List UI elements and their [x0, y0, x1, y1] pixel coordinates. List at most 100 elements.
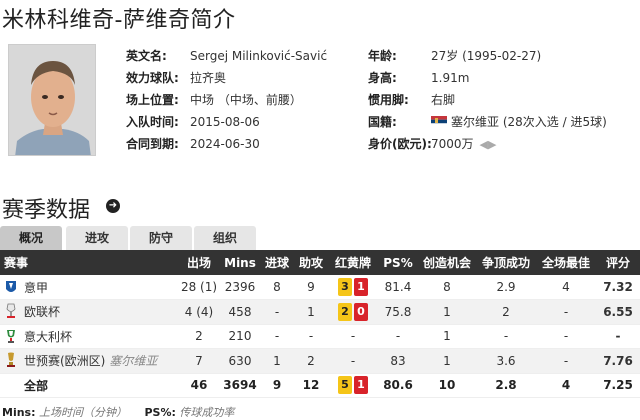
chances-cell: 1: [418, 348, 476, 374]
position-row: 场上位置: 中场 （中场、前腰） 惯用脚: 右脚: [0, 91, 640, 109]
foot-label: 惯用脚:: [368, 93, 409, 107]
cards-cell: 31: [328, 275, 378, 300]
table-row: 世预赛(欧洲区) 塞尔维亚 7 630 1 2 - 83 1 3.6 - 7.76: [0, 348, 640, 374]
arrow-right-icon[interactable]: ➜: [106, 199, 120, 213]
motm-cell: -: [536, 348, 596, 374]
pass-pct-cell: -: [378, 324, 418, 349]
apps-cell: 4 (4): [178, 299, 220, 325]
english-name-label: 英文名:: [126, 49, 167, 63]
serie-a-icon: [6, 280, 16, 292]
aerials-cell: 2.9: [476, 275, 536, 300]
col-aerials: 争顶成功: [476, 250, 536, 275]
competition-team-note: 塞尔维亚: [109, 354, 158, 369]
footnote-ps-desc: 传球成功率: [179, 406, 235, 419]
height-label: 身高:: [368, 71, 397, 85]
contract-label: 合同到期:: [126, 137, 179, 151]
pass-pct-cell: 83: [378, 348, 418, 374]
pass-pct-cell: 80.6: [378, 373, 418, 398]
player-profile: 英文名: Sergej Milinković-Savić 年龄: 27岁 (19…: [0, 38, 640, 162]
value-trend-arrows-icon[interactable]: ◀▶: [480, 136, 497, 154]
cards-cell: -: [328, 324, 378, 349]
chances-cell: 1: [418, 299, 476, 325]
assists-cell: 12: [294, 373, 328, 398]
mins-cell: 3694: [220, 373, 260, 398]
col-competition: 赛事: [0, 250, 178, 275]
tab-overview[interactable]: 概况: [0, 226, 62, 250]
table-row: 欧联杯 4 (4) 458 - 1 20 75.8 1 2 - 6.55: [0, 299, 640, 325]
assists-cell: -: [294, 324, 328, 349]
yellow-card-badge: 2: [338, 302, 352, 321]
aerials-cell: -: [476, 324, 536, 349]
chances-cell: 8: [418, 275, 476, 300]
goals-cell: 1: [260, 348, 294, 374]
table-row: 意大利杯 2 210 - - - - 1 - - -: [0, 324, 640, 349]
aerials-cell: 2: [476, 299, 536, 325]
club-row: 效力球队: 拉齐奥 身高: 1.91m: [0, 69, 640, 87]
assists-cell: 1: [294, 299, 328, 325]
nation-value: 塞尔维亚 (28次入选 / 进5球): [431, 113, 607, 131]
tab-attack[interactable]: 进攻: [66, 226, 128, 250]
col-rating: 评分: [596, 250, 640, 275]
goals-cell: -: [260, 299, 294, 325]
col-motm: 全场最佳: [536, 250, 596, 275]
footnote-mins-key: Mins:: [2, 406, 36, 419]
world-cup-qualifier-icon: [7, 352, 15, 368]
joined: 2015-08-06: [190, 115, 260, 129]
apps-cell: 28 (1): [178, 275, 220, 300]
motm-cell: 4: [536, 275, 596, 300]
motm-cell: -: [536, 324, 596, 349]
cards-cell: -: [328, 348, 378, 374]
cards-cell: 20: [328, 299, 378, 325]
yellow-card-badge: 5: [338, 376, 352, 395]
competition-name[interactable]: 欧联杯: [24, 305, 60, 319]
europa-league-icon: [6, 303, 16, 319]
rating-cell: 7.76: [596, 348, 640, 374]
col-mins: Mins: [220, 250, 260, 275]
table-footnote: Mins: 上场时间（分钟） PS%: 传球成功率: [2, 404, 234, 420]
col-cards: 红黄牌: [328, 250, 378, 275]
cards-cell: 51: [328, 373, 378, 398]
mins-cell: 2396: [220, 275, 260, 300]
mins-cell: 210: [220, 324, 260, 349]
rating-cell: -: [596, 324, 640, 349]
apps-cell: 46: [178, 373, 220, 398]
position: 中场 （中场、前腰）: [190, 93, 302, 107]
apps-cell: 2: [178, 324, 220, 349]
apps-cell: 7: [178, 348, 220, 374]
page-title: 米林科维奇-萨维奇简介: [2, 8, 236, 33]
season-stats-title: 赛季数据: [2, 198, 91, 223]
red-card-badge: 1: [354, 376, 368, 395]
season-stats-table: 赛事 出场 Mins 进球 助攻 红黄牌 PS% 创造机会 争顶成功 全场最佳 …: [0, 250, 640, 398]
chances-cell: 1: [418, 324, 476, 349]
col-assists: 助攻: [294, 250, 328, 275]
col-pass-pct: PS%: [378, 250, 418, 275]
rating-cell: 7.32: [596, 275, 640, 300]
table-header-row: 赛事 出场 Mins 进球 助攻 红黄牌 PS% 创造机会 争顶成功 全场最佳 …: [0, 250, 640, 275]
motm-cell: -: [536, 299, 596, 325]
coppa-italia-icon: [7, 329, 15, 343]
tab-defense[interactable]: 防守: [130, 226, 192, 250]
aerials-cell: 3.6: [476, 348, 536, 374]
tab-organize[interactable]: 组织: [194, 226, 256, 250]
col-chances: 创造机会: [418, 250, 476, 275]
joined-label: 入队时间:: [126, 115, 179, 129]
english-name: Sergej Milinković-Savić: [190, 49, 328, 63]
competition-name[interactable]: 意大利杯: [24, 330, 72, 344]
rating-cell: 6.55: [596, 299, 640, 325]
foot: 右脚: [431, 93, 456, 107]
joined-row: 入队时间: 2015-08-06 国籍: 塞尔维亚 (28次入选 / 进5球): [0, 113, 640, 131]
competition-name[interactable]: 意甲: [24, 281, 48, 295]
club-link[interactable]: 拉齐奥: [190, 69, 226, 87]
footnote-ps-key: PS%:: [144, 406, 176, 419]
col-goals: 进球: [260, 250, 294, 275]
pass-pct-cell: 81.4: [378, 275, 418, 300]
market-value-text: 7000万: [431, 137, 474, 151]
serbia-flag-icon: [431, 116, 447, 127]
nation[interactable]: 塞尔维亚 (28次入选 / 进5球): [451, 115, 607, 129]
contract: 2024-06-30: [190, 137, 260, 151]
yellow-card-badge: 3: [338, 278, 352, 296]
competition-name[interactable]: 世预赛(欧洲区): [24, 354, 105, 368]
age-label: 年龄:: [368, 49, 397, 63]
table-total-row: 全部 46 3694 9 12 51 80.6 10 2.8 4 7.25: [0, 373, 640, 398]
goals-cell: -: [260, 324, 294, 349]
